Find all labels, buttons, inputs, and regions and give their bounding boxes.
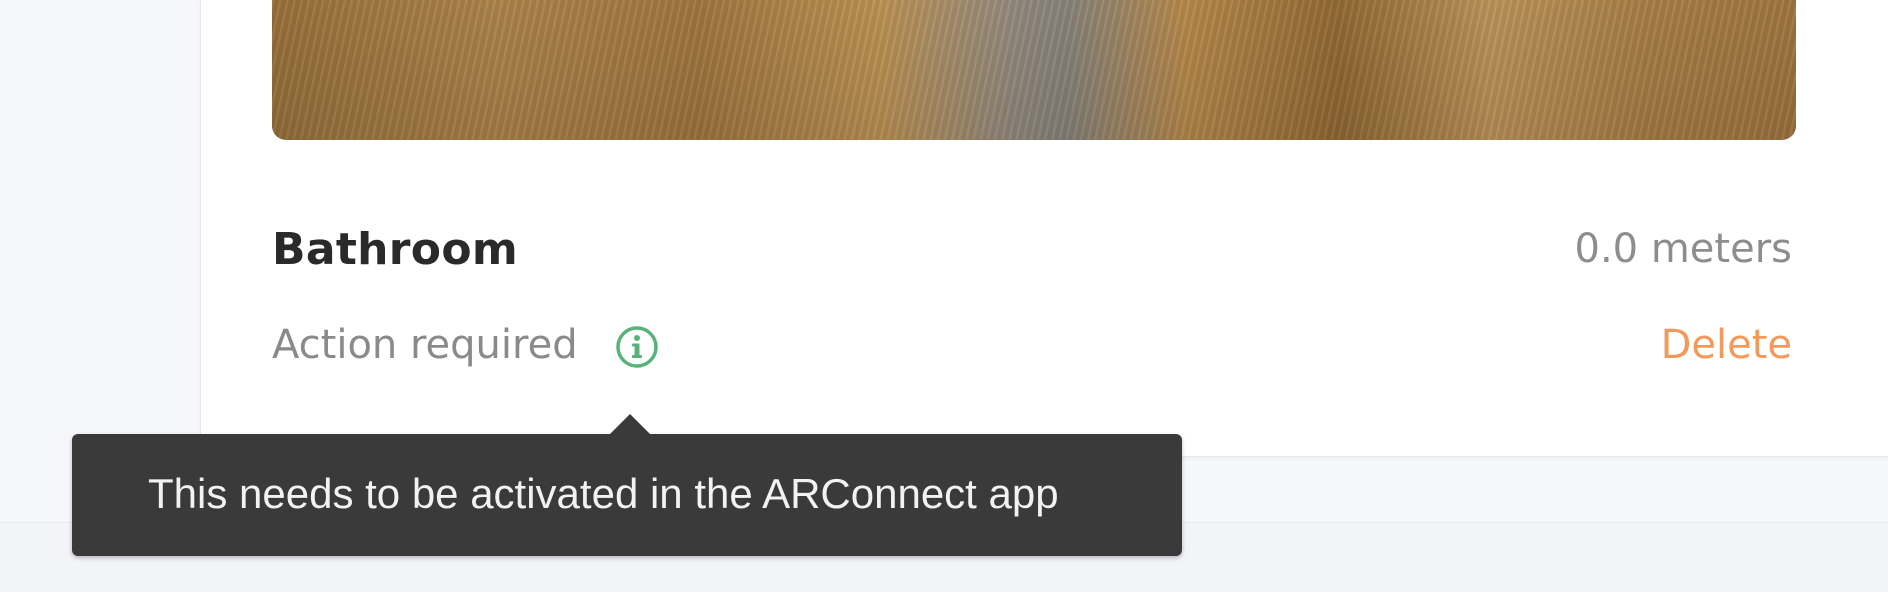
page: Bathroom 0.0 meters Action required Dele…	[0, 0, 1888, 592]
tooltip-text: This needs to be activated in the ARConn…	[148, 470, 1059, 517]
room-distance: 0.0 meters	[1574, 226, 1792, 272]
room-name: Bathroom	[272, 224, 518, 275]
tooltip-arrow	[608, 414, 652, 436]
delete-button[interactable]: Delete	[1661, 322, 1792, 368]
info-icon[interactable]	[614, 324, 660, 370]
room-photo	[272, 0, 1796, 140]
status-label: Action required	[272, 322, 578, 368]
